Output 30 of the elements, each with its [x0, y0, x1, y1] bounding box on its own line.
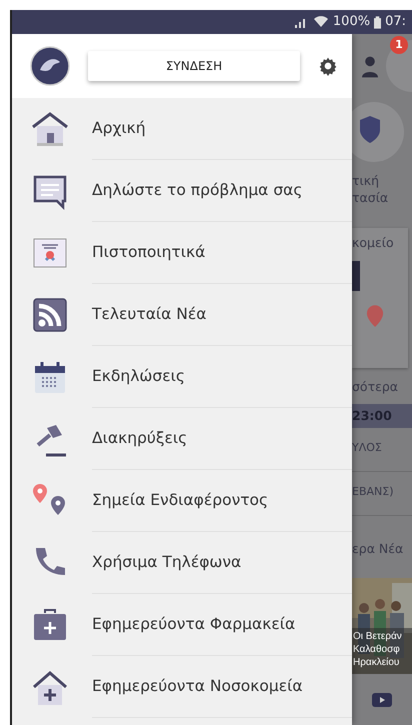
menu-item[interactable]: Εκδηλώσεις	[92, 364, 185, 388]
notification-badge: 1	[390, 36, 408, 54]
settings-icon	[318, 56, 338, 76]
event-time: 23:00	[352, 407, 393, 425]
event-title: ΕΒΑΝΣ)	[352, 484, 394, 500]
news-caption: Οι Βετεράν	[353, 630, 402, 643]
event-title: ΥΛΟΣ	[352, 440, 383, 456]
clock: 07:	[385, 13, 406, 32]
login-button[interactable]: ΣΥΝΔΕΣΗ	[88, 51, 300, 81]
menu-item[interactable]: Δηλώστε το πρόβλημα σας	[92, 178, 302, 202]
service-label: τασία	[352, 189, 390, 206]
news-caption: Ηρακλείου	[353, 656, 400, 669]
service-label: τική	[352, 172, 380, 189]
battery-icon	[374, 16, 382, 28]
menu-item[interactable]: Τελευταία Νέα	[92, 302, 206, 326]
menu-item[interactable]: Διακηρύξεις	[92, 426, 188, 450]
person-icon	[362, 54, 378, 80]
menu-item[interactable]: Εφημερεύοντα Νοσοκομεία	[92, 674, 303, 698]
card-title: κομείο	[352, 234, 395, 252]
card-banner	[352, 260, 360, 291]
news-caption: Καλαθοσφ	[353, 643, 401, 656]
video-icon	[372, 692, 392, 707]
battery-percentage: 100%	[332, 13, 370, 32]
menu-item[interactable]: Σημεία Ενδιαφέροντος	[92, 488, 268, 512]
menu-item[interactable]: Χρήσιμα Τηλέφωνα	[92, 550, 242, 574]
map-pin-icon	[366, 304, 384, 329]
menu-item[interactable]: Πιστοποιητικά	[92, 240, 206, 264]
menu-item[interactable]: Αρχική	[92, 116, 146, 140]
wifi-icon	[312, 16, 329, 28]
menu-item[interactable]: Εφημερεύοντα Φαρμακεία	[92, 612, 296, 636]
